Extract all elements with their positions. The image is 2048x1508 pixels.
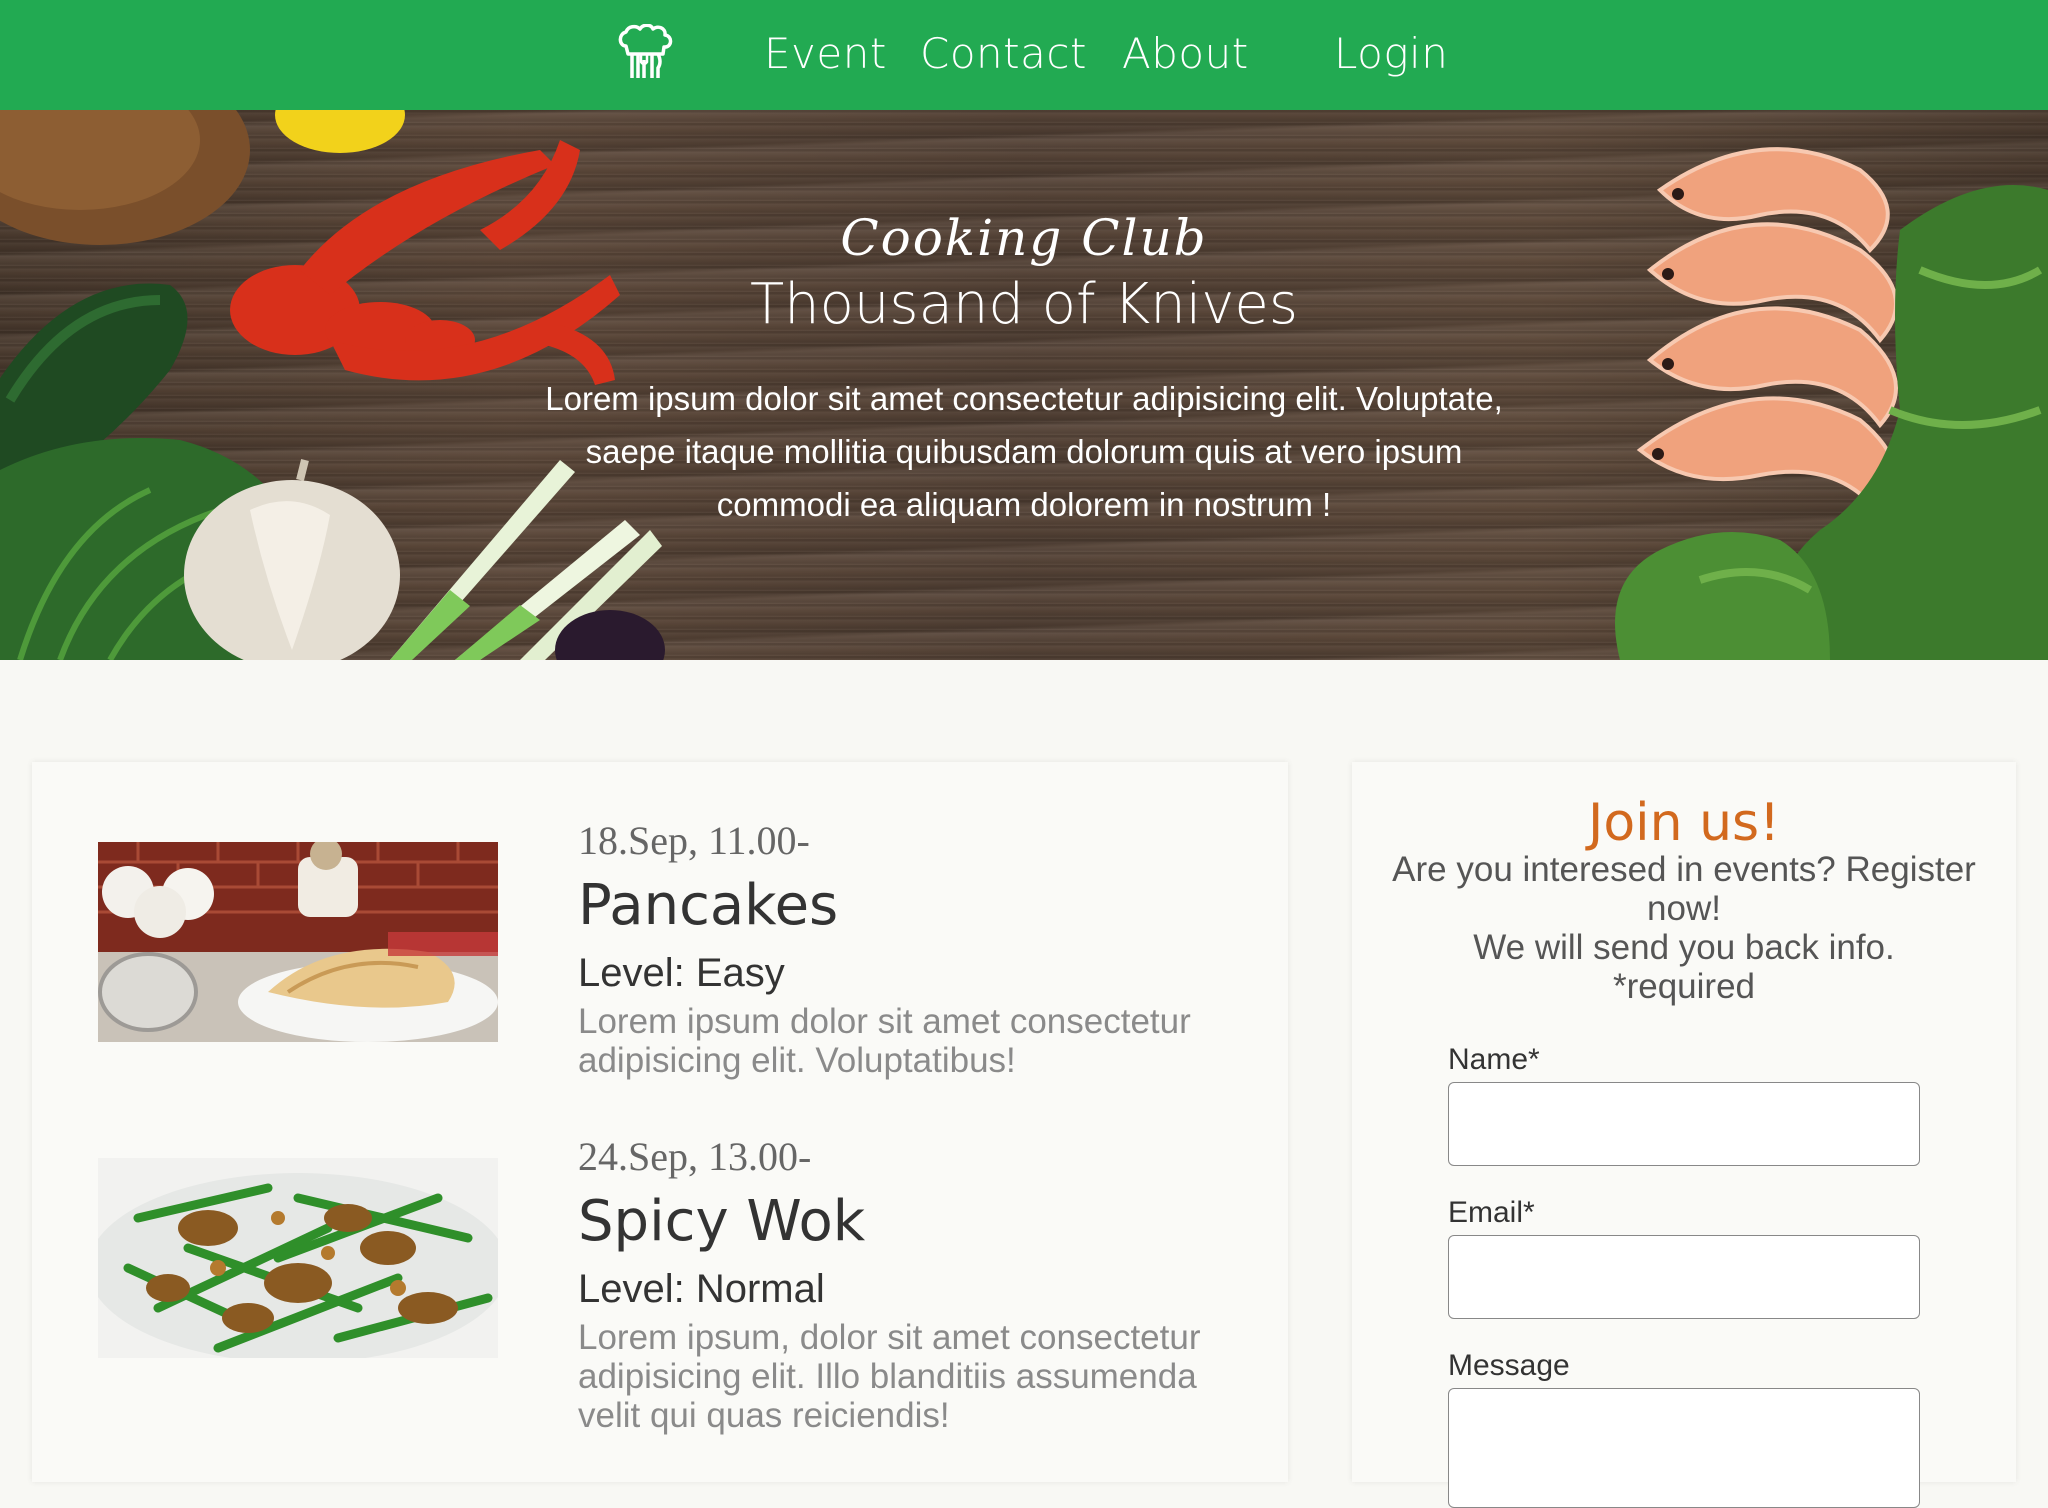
message-label: Message [1448,1349,1570,1382]
event-level: Level: Normal [578,1267,825,1311]
join-card: Join us! Are you interesed in events? Re… [1352,762,2016,1508]
join-line-register: Are you interesed in events? Register no… [1392,850,1976,928]
nav-link-contact[interactable]: Contact [920,26,1087,82]
email-input[interactable] [1448,1235,1920,1319]
join-description: Are you interesed in events? Register no… [1372,850,1996,1006]
name-label: Name* [1448,1043,1540,1076]
spicy-wok-photo [98,1158,498,1358]
chef-hat-logo-icon[interactable] [616,23,674,82]
event-item-spicy-wok[interactable]: 24.Sep, 13.00- Spicy Wok Level: Normal L… [98,1128,1248,1435]
event-date: 18.Sep, 11.00- [578,818,810,863]
event-name[interactable]: Pancakes [578,870,838,942]
email-label: Email* [1448,1196,1535,1229]
join-title: Join us! [1588,793,1780,853]
nav-link-about[interactable]: About [1122,26,1249,82]
nav-link-login[interactable]: Login [1334,26,1448,82]
event-description: Lorem ipsum dolor sit amet consectetur a… [578,1002,1191,1080]
event-level: Level: Easy [578,951,785,995]
hero-script-title: Cooking Club [840,209,1208,267]
hero-title: Thousand of Knives [749,272,1299,337]
name-input[interactable] [1448,1082,1920,1166]
event-name[interactable]: Spicy Wok [578,1186,865,1258]
events-card: 18.Sep, 11.00- Pancakes Level: Easy Lore… [32,762,1288,1482]
event-date: 24.Sep, 13.00- [578,1134,812,1179]
join-line-required: *required [1612,967,1756,1006]
hero-description: Lorem ipsum dolor sit amet consectetur a… [545,380,1503,523]
join-line-info: We will send you back info. [1473,928,1895,967]
event-item-pancakes[interactable]: 18.Sep, 11.00- Pancakes Level: Easy Lore… [98,812,1248,1112]
nav-link-event[interactable]: Event [764,26,887,82]
message-textarea[interactable] [1448,1388,1920,1508]
hero-banner: Cooking Club Thousand of Knives Lorem ip… [0,110,2048,660]
pancakes-photo [98,842,498,1042]
event-description: Lorem ipsum, dolor sit amet consectetur … [578,1318,1201,1435]
top-navbar: Event Contact About Login [0,0,2048,110]
